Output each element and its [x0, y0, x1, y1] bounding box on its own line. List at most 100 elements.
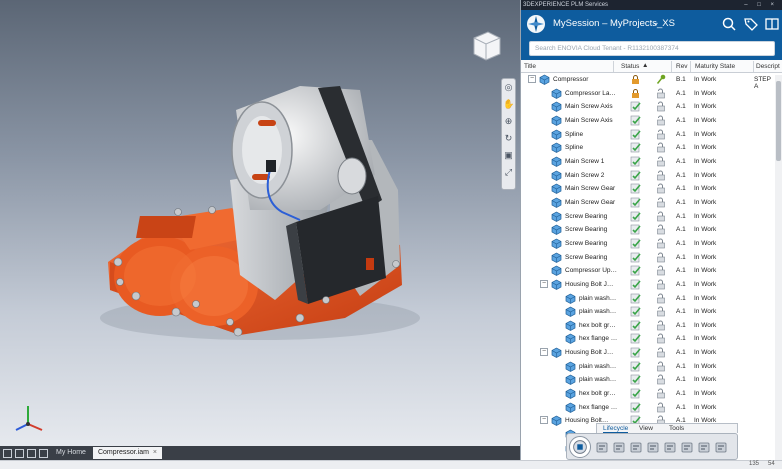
unlock-icon[interactable] [656, 88, 666, 99]
tile-icon[interactable] [15, 448, 24, 458]
search-input[interactable]: Search ENOVIA Cloud Tenant - R1132100387… [529, 41, 775, 56]
tag-icon[interactable] [743, 16, 759, 32]
tree-row[interactable]: Screw Bearing A.1 In Work [520, 251, 776, 265]
unlock-icon[interactable] [656, 320, 666, 331]
tree-row[interactable]: Main Screw Axis A.1 In Work [520, 100, 776, 114]
tree-row[interactable]: Compressor Up… A.1 In Work [520, 264, 776, 278]
row-title[interactable]: Main Screw 2 [565, 172, 623, 179]
unlock-icon[interactable] [656, 129, 666, 140]
toolbar-tab-view[interactable]: View [639, 425, 653, 432]
unlock-icon[interactable] [656, 238, 666, 249]
column-separator[interactable] [753, 61, 754, 72]
checkin-icon[interactable] [646, 440, 660, 454]
compressor-model[interactable] [0, 0, 520, 446]
unlock-icon[interactable] [656, 115, 666, 126]
tree-row[interactable]: − Housing Bolt J… A.1 In Work [520, 278, 776, 292]
tree-scrollbar[interactable] [775, 75, 782, 460]
row-title[interactable]: Screw Bearing [565, 240, 623, 247]
column-title[interactable]: Title [524, 63, 536, 70]
toolbar-tab-tools[interactable]: Tools [669, 425, 684, 432]
row-title[interactable]: Screw Bearing [565, 226, 623, 233]
revise-icon[interactable] [680, 440, 694, 454]
fit-icon[interactable]: ⤢ [503, 167, 514, 178]
tree-row[interactable]: hex bolt gr… A.1 In Work [520, 387, 776, 401]
unlock-icon[interactable] [656, 224, 666, 235]
search-icon[interactable] [721, 16, 737, 32]
tools-icon[interactable] [714, 440, 728, 454]
window-controls[interactable]: – □ × [744, 0, 778, 10]
unlock-icon[interactable] [656, 265, 666, 276]
unlock-icon[interactable] [656, 333, 666, 344]
split-icon[interactable] [697, 440, 711, 454]
unlock-icon[interactable] [656, 252, 666, 263]
row-title[interactable]: Housing Bolt J… [565, 349, 623, 356]
row-title[interactable]: plain wash… [579, 376, 637, 383]
chevron-down-icon[interactable]: ⌄ [652, 17, 660, 28]
row-title[interactable]: Spline [565, 144, 623, 151]
viewcube[interactable] [468, 28, 504, 64]
row-title[interactable]: Main Screw 1 [565, 158, 623, 165]
unlock-icon[interactable] [612, 440, 626, 454]
row-title[interactable]: hex flange … [579, 404, 637, 411]
row-title[interactable]: Main Screw Axis [565, 103, 623, 110]
unlock-icon[interactable] [656, 156, 666, 167]
tree-row[interactable]: plain wash… A.1 In Work [520, 305, 776, 319]
unlock-icon[interactable] [656, 374, 666, 385]
scroll-thumb[interactable] [776, 81, 781, 161]
orbit-icon[interactable]: ↻ [503, 133, 514, 144]
tree-row[interactable]: Spline A.1 In Work [520, 128, 776, 142]
column-description[interactable]: Descript [756, 63, 780, 70]
unlock-icon[interactable] [656, 388, 666, 399]
tree-row[interactable]: plain wash… A.1 In Work [520, 360, 776, 374]
row-title[interactable]: plain wash… [579, 295, 637, 302]
zoom-icon[interactable]: ⊕ [503, 116, 514, 127]
close-icon[interactable]: × [153, 449, 157, 456]
column-maturity[interactable]: Maturity State [695, 63, 735, 70]
look-at-icon[interactable]: ▣ [503, 150, 514, 161]
unlock-icon[interactable] [656, 170, 666, 181]
row-title[interactable]: hex bolt gr… [579, 390, 637, 397]
expand-toggle[interactable]: − [540, 348, 548, 357]
row-title[interactable]: Main Screw Gear [565, 199, 623, 206]
tree-row[interactable]: hex flange … A.1 In Work [520, 401, 776, 415]
unlock-icon[interactable] [656, 279, 666, 290]
expand-toggle[interactable]: − [528, 75, 536, 83]
tree-row[interactable]: Screw Bearing A.1 In Work [520, 210, 776, 224]
tree-row[interactable]: Main Screw Axis A.1 In Work [520, 114, 776, 128]
tree-row[interactable]: Main Screw Gear A.1 In Work [520, 196, 776, 210]
unlock-icon[interactable] [656, 211, 666, 222]
tree-row[interactable]: plain wash… A.1 In Work [520, 373, 776, 387]
row-title[interactable]: Screw Bearing [565, 213, 623, 220]
row-title[interactable]: Main Screw Gear [565, 185, 623, 192]
3d-viewport[interactable]: ◎ ✋ ⊕ ↻ ▣ ⤢ [0, 0, 520, 446]
row-title[interactable]: plain wash… [579, 308, 637, 315]
row-title[interactable]: Compressor La… [565, 90, 623, 97]
pan-icon[interactable]: ✋ [503, 99, 514, 110]
tree-row[interactable]: Main Screw Gear A.1 In Work [520, 182, 776, 196]
tree-row[interactable]: hex bolt gr… A.1 In Work [520, 319, 776, 333]
row-title[interactable]: hex bolt gr… [579, 322, 637, 329]
row-title[interactable]: Compressor Up… [565, 267, 623, 274]
unlock-icon[interactable] [656, 293, 666, 304]
cascade-icon[interactable] [39, 448, 48, 458]
tree-row[interactable]: plain wash… A.1 In Work [520, 292, 776, 306]
lock-icon[interactable] [595, 440, 609, 454]
document-icon[interactable] [629, 440, 643, 454]
expand-toggle[interactable]: − [540, 416, 548, 425]
column-separator[interactable] [690, 61, 691, 72]
unlock-icon[interactable] [656, 306, 666, 317]
unlock-icon[interactable] [656, 197, 666, 208]
tree-row[interactable]: hex flange … A.1 In Work [520, 332, 776, 346]
tree-row[interactable]: − Housing Bolt J… A.1 In Work [520, 346, 776, 360]
unlock-icon[interactable] [656, 361, 666, 372]
row-title[interactable]: Compressor [553, 76, 611, 83]
lifecycle-icon[interactable] [663, 440, 677, 454]
row-title[interactable]: Screw Bearing [565, 254, 623, 261]
column-status[interactable]: Status [621, 63, 639, 70]
unlock-icon[interactable] [656, 183, 666, 194]
row-title[interactable]: Housing Bolt J… [565, 281, 623, 288]
column-separator[interactable] [671, 61, 672, 72]
tree-row[interactable]: Main Screw 2 A.1 In Work [520, 169, 776, 183]
tree-row[interactable]: − Compressor B.1 In Work STEP A [520, 73, 776, 90]
tree-row[interactable]: Screw Bearing A.1 In Work [520, 223, 776, 237]
